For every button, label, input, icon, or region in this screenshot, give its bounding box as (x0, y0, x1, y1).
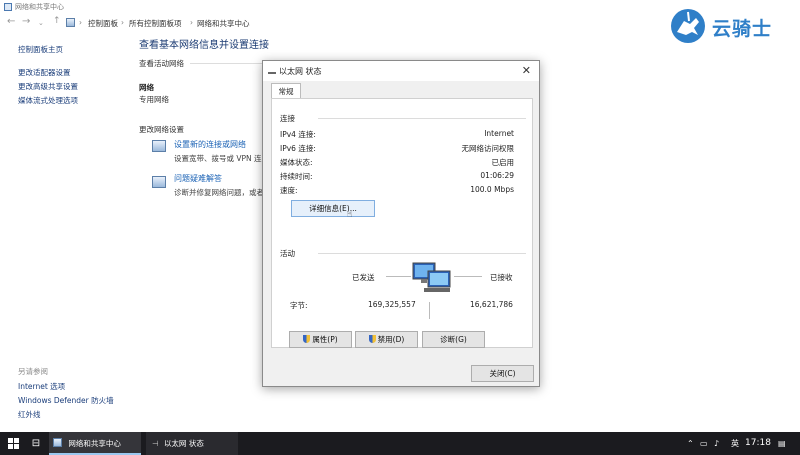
network-center-icon (53, 438, 62, 447)
media-state-value: 已启用 (491, 158, 515, 167)
received-label: 已接收 (490, 273, 513, 282)
ipv4-value: Internet (484, 129, 514, 138)
notification-icon[interactable]: ▤ (778, 432, 786, 455)
uac-shield-icon (368, 335, 376, 343)
sidebar-item-sharing-settings[interactable]: 更改高级共享设置 (18, 81, 78, 92)
sidebar-item-media-streaming[interactable]: 媒体流式处理选项 (18, 95, 78, 106)
troubleshoot-icon (152, 176, 166, 188)
connection-group-label: 连接 (280, 114, 295, 123)
ipv4-label: IPv4 连接: (280, 130, 316, 139)
ethernet-icon (268, 68, 276, 74)
disable-button[interactable]: 禁用(D) (355, 331, 418, 348)
taskbar-item-label: 网络和共享中心 (68, 439, 121, 448)
taskbar-item-network-center[interactable]: 网络和共享中心 (49, 432, 141, 455)
speed-row: 速度: 100.0 Mbps (280, 185, 526, 197)
network-type: 专用网络 (139, 95, 169, 104)
network-name: 网络 (139, 83, 154, 92)
setup-connection-desc: 设置宽带、拨号或 VPN 连 (174, 154, 262, 163)
breadcrumb-control-panel[interactable]: 控制面板 (88, 18, 118, 29)
received-line (454, 276, 482, 277)
setup-connection-link[interactable]: 设置新的连接或网络 (174, 139, 246, 150)
bytes-label: 字节: (290, 301, 308, 310)
breadcrumb-all-items[interactable]: 所有控制面板项 (129, 18, 182, 29)
diagnose-button[interactable]: 诊断(G) (422, 331, 485, 348)
hand-cursor-icon: ☝ (347, 210, 353, 220)
close-icon[interactable]: ✕ (522, 64, 531, 77)
tray-chevron-up-icon[interactable]: ⌃ (687, 432, 694, 455)
ipv4-row: IPv4 连接: Internet (280, 129, 526, 141)
up-arrow-icon[interactable]: ↑ (53, 16, 61, 26)
speed-value: 100.0 Mbps (470, 185, 514, 194)
network-center-icon (4, 3, 12, 11)
sidebar-item-adapter-settings[interactable]: 更改适配器设置 (18, 67, 71, 78)
sent-line (386, 276, 411, 277)
taskbar-item-ethernet-status[interactable]: ⊣ 以太网 状态 (146, 432, 238, 455)
ethernet-icon: ⊣ (152, 439, 159, 448)
duration-row: 持续时间: 01:06:29 (280, 171, 526, 183)
disable-button-label: 禁用(D) (377, 335, 405, 344)
dialog-title-bar[interactable]: 以太网 状态 ✕ (263, 61, 539, 81)
see-also-infrared[interactable]: 红外线 (18, 409, 41, 420)
general-panel: 连接 IPv4 连接: Internet IPv6 连接: 无网络访问权限 媒体… (271, 98, 533, 348)
duration-value: 01:06:29 (480, 171, 514, 180)
see-also-firewall[interactable]: Windows Defender 防火墙 (18, 395, 114, 406)
network-tray-icon[interactable]: ▭ (700, 432, 708, 455)
troubleshoot-link[interactable]: 问题疑难解答 (174, 173, 222, 184)
page-title: 查看基本网络信息并设置连接 (139, 40, 269, 51)
windows-start-icon[interactable] (8, 438, 19, 449)
activity-group-label: 活动 (280, 249, 295, 258)
logo-text: 云骑士 (712, 18, 773, 40)
activity-divider (429, 302, 430, 319)
ethernet-status-dialog: 以太网 状态 ✕ 常规 连接 IPv4 连接: Internet IPv6 连接… (262, 60, 540, 387)
change-settings-label: 更改网络设置 (139, 125, 184, 134)
ipv6-value: 无网络访问权限 (461, 144, 515, 153)
see-also-heading: 另请参阅 (18, 367, 48, 376)
logo-watermark: 云骑士 (668, 6, 788, 46)
details-button[interactable]: 详细信息(E)... (291, 200, 375, 217)
new-connection-icon (152, 140, 166, 152)
close-button[interactable]: 关闭(C) (471, 365, 534, 382)
sent-label: 已发送 (352, 273, 375, 282)
task-view-icon[interactable]: ⊟ (28, 432, 44, 455)
ipv6-label: IPv6 连接: (280, 144, 316, 153)
volume-icon[interactable]: ♪ (714, 432, 719, 455)
group-divider (318, 253, 526, 254)
breadcrumb-separator-icon: › (121, 18, 124, 27)
taskbar: ⊟ 网络和共享中心 ⊣ 以太网 状态 ⌃ ▭ ♪ 英 17:18 ▤ (0, 432, 800, 455)
properties-button-label: 属性(P) (312, 335, 338, 344)
troubleshoot-desc: 诊断并修复网络问题，或者 (174, 188, 264, 197)
taskbar-item-label: 以太网 状态 (163, 439, 204, 448)
section-divider (190, 63, 262, 64)
breadcrumb-separator-icon: › (79, 18, 82, 27)
window-title: 网络和共享中心 (15, 3, 64, 11)
tab-general[interactable]: 常规 (271, 83, 301, 99)
bytes-received-value: 16,621,786 (470, 300, 513, 309)
network-computers-icon (412, 262, 451, 292)
duration-label: 持续时间: (280, 172, 313, 181)
see-also-internet-options[interactable]: Internet 选项 (18, 381, 65, 392)
media-state-row: 媒体状态: 已启用 (280, 157, 526, 169)
ipv6-row: IPv6 连接: 无网络访问权限 (280, 143, 526, 155)
horse-rider-logo-icon (671, 9, 705, 43)
recent-dropdown-icon[interactable]: ⌄ (38, 19, 44, 27)
breadcrumb-separator-icon: › (190, 18, 193, 27)
control-panel-icon (66, 18, 75, 27)
dialog-title: 以太网 状态 (279, 67, 322, 76)
speed-label: 速度: (280, 186, 298, 195)
back-arrow-icon[interactable]: ← (7, 16, 15, 27)
uac-shield-icon (303, 335, 311, 343)
properties-button[interactable]: 属性(P) (289, 331, 352, 348)
ime-indicator[interactable]: 英 (731, 432, 739, 455)
breadcrumb-network-center[interactable]: 网络和共享中心 (197, 18, 250, 29)
active-networks-label: 查看活动网络 (139, 59, 184, 68)
sidebar-item-home[interactable]: 控制面板主页 (18, 44, 63, 55)
forward-arrow-icon[interactable]: → (22, 16, 30, 27)
bytes-sent-value: 169,325,557 (368, 300, 416, 309)
group-divider (318, 118, 526, 119)
time-display[interactable]: 17:18 (745, 432, 771, 455)
media-state-label: 媒体状态: (280, 158, 313, 167)
